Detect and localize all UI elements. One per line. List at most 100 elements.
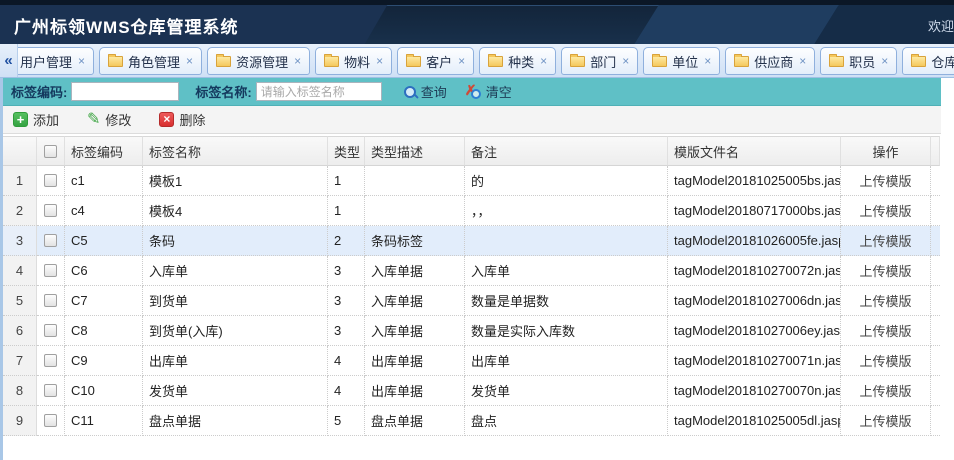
tab-close-icon[interactable]: × bbox=[458, 55, 465, 67]
tab-bar: « 用户管理×角色管理×资源管理×物料×客户×种类×部门×单位×供应商×职员×仓… bbox=[0, 44, 954, 78]
tab-label: 客户 bbox=[426, 52, 452, 71]
row-number: 8 bbox=[3, 376, 37, 406]
cell-type: 4 bbox=[328, 346, 365, 376]
select-all-checkbox[interactable] bbox=[44, 145, 57, 158]
table-row[interactable]: 4C6入库单3入库单据入库单tagModel201810270072n.jasp… bbox=[3, 256, 940, 286]
search-bar: 标签编码: 标签名称: 查询 清空 bbox=[3, 78, 941, 106]
cell-remark: 入库单 bbox=[465, 256, 668, 286]
add-button[interactable]: + 添加 bbox=[9, 108, 63, 131]
tab-item-4[interactable]: 物料× bbox=[315, 47, 392, 75]
tab-close-icon[interactable]: × bbox=[376, 55, 383, 67]
clear-button[interactable]: 清空 bbox=[465, 82, 512, 101]
tab-close-icon[interactable]: × bbox=[540, 55, 547, 67]
tab-close-icon[interactable]: × bbox=[78, 55, 85, 67]
tab-close-icon[interactable]: × bbox=[881, 55, 888, 67]
cell-remark: 发货单 bbox=[465, 376, 668, 406]
cell-action: 上传模版 bbox=[841, 346, 931, 376]
folder-icon bbox=[734, 56, 749, 67]
tab-item-6[interactable]: 种类× bbox=[479, 47, 556, 75]
tab-item-9[interactable]: 供应商× bbox=[725, 47, 815, 75]
column-header-type-desc: 类型描述 bbox=[365, 136, 465, 166]
cell-name: 条码 bbox=[143, 226, 328, 256]
row-checkbox[interactable] bbox=[44, 204, 57, 217]
cell-action: 上传模版 bbox=[841, 376, 931, 406]
upload-template-link[interactable]: 上传模版 bbox=[859, 411, 911, 430]
search-icon bbox=[404, 86, 416, 98]
tag-code-input[interactable] bbox=[71, 82, 179, 101]
upload-template-link[interactable]: 上传模版 bbox=[859, 321, 911, 340]
row-number: 1 bbox=[3, 166, 37, 196]
tab-item-11[interactable]: 仓库× bbox=[902, 47, 954, 75]
pencil-icon: ✎ bbox=[87, 113, 100, 127]
edit-button[interactable]: ✎ 修改 bbox=[83, 108, 135, 131]
folder-icon bbox=[406, 56, 421, 67]
table-row[interactable]: 6C8到货单(入库)3入库单据数量是实际入库数tagModel201810270… bbox=[3, 316, 940, 346]
tab-close-icon[interactable]: × bbox=[622, 55, 629, 67]
table-row[interactable]: 7C9出库单4出库单据出库单tagModel201810270071n.jasp… bbox=[3, 346, 940, 376]
row-number: 3 bbox=[3, 226, 37, 256]
upload-template-link[interactable]: 上传模版 bbox=[859, 351, 911, 370]
upload-template-link[interactable]: 上传模版 bbox=[859, 261, 911, 280]
row-number: 9 bbox=[3, 406, 37, 436]
tab-item-2[interactable]: 角色管理 × bbox=[99, 47, 202, 75]
table-row[interactable]: 2c4模板41，，tagModel20180717000bs.jasper上传模… bbox=[3, 196, 940, 226]
tab-close-icon[interactable]: × bbox=[704, 55, 711, 67]
table-row[interactable]: 9C11盘点单据5盘点单据盘点tagModel20181025005dl.jas… bbox=[3, 406, 940, 436]
upload-template-link[interactable]: 上传模版 bbox=[859, 381, 911, 400]
app-title: 广州标领WMS仓库管理系统 bbox=[14, 13, 239, 38]
row-checkbox[interactable] bbox=[44, 384, 57, 397]
cell-code: C6 bbox=[65, 256, 143, 286]
cell-type: 3 bbox=[328, 286, 365, 316]
tab-close-icon[interactable]: × bbox=[186, 55, 193, 67]
tab-item-5[interactable]: 客户 × bbox=[397, 47, 474, 75]
delete-button[interactable]: × 删除 bbox=[155, 108, 209, 131]
table-row[interactable]: 1c1模板11的tagModel20181025005bs.jasper上传模版 bbox=[3, 166, 940, 196]
query-button-label: 查询 bbox=[421, 82, 447, 101]
tab-item-3[interactable]: 资源管理× bbox=[207, 47, 310, 75]
tabs-scroll-left-button[interactable]: « bbox=[0, 44, 18, 77]
row-checkbox-cell bbox=[37, 316, 65, 346]
row-checkbox[interactable] bbox=[44, 294, 57, 307]
tab-list: 用户管理×角色管理×资源管理×物料×客户×种类×部门×单位×供应商×职员×仓库×… bbox=[19, 47, 954, 75]
row-checkbox-cell bbox=[37, 196, 65, 226]
row-checkbox[interactable] bbox=[44, 264, 57, 277]
row-checkbox-cell bbox=[37, 346, 65, 376]
chevron-left-icon: « bbox=[4, 52, 12, 69]
tab-close-icon[interactable]: × bbox=[799, 55, 806, 67]
query-button[interactable]: 查询 bbox=[404, 82, 447, 101]
column-header-name: 标签名称 bbox=[143, 136, 328, 166]
tab-close-icon[interactable]: × bbox=[294, 55, 301, 67]
cell-code: C7 bbox=[65, 286, 143, 316]
table-row[interactable]: 5C7到货单3入库单据数量是单据数tagModel20181027006dn.j… bbox=[3, 286, 940, 316]
app-header: 广州标领WMS仓库管理系统 欢迎 bbox=[0, 0, 954, 44]
tab-item-7[interactable]: 部门 × bbox=[561, 47, 638, 75]
tag-name-input[interactable] bbox=[256, 82, 382, 101]
cell-code: C5 bbox=[65, 226, 143, 256]
table-row[interactable]: 8C10发货单4出库单据发货单tagModel201810270070n.jas… bbox=[3, 376, 940, 406]
cell-action: 上传模版 bbox=[841, 406, 931, 436]
row-checkbox[interactable] bbox=[44, 174, 57, 187]
upload-template-link[interactable]: 上传模版 bbox=[859, 231, 911, 250]
row-number: 4 bbox=[3, 256, 37, 286]
upload-template-link[interactable]: 上传模版 bbox=[859, 291, 911, 310]
row-number: 6 bbox=[3, 316, 37, 346]
edit-button-label: 修改 bbox=[105, 110, 131, 129]
row-checkbox[interactable] bbox=[44, 414, 57, 427]
table-row[interactable]: 3C5条码2条码标签tagModel20181026005fe.jasper上传… bbox=[3, 226, 940, 256]
tab-item-10[interactable]: 职员× bbox=[820, 47, 897, 75]
tab-label: 部门 bbox=[590, 52, 616, 71]
upload-template-link[interactable]: 上传模版 bbox=[859, 171, 911, 190]
folder-icon bbox=[829, 56, 844, 67]
cell-action: 上传模版 bbox=[841, 256, 931, 286]
cell-name: 模板4 bbox=[143, 196, 328, 226]
filler-cell bbox=[931, 316, 940, 346]
row-checkbox[interactable] bbox=[44, 234, 57, 247]
cell-type-desc bbox=[365, 196, 465, 226]
tab-label: 角色管理 bbox=[128, 52, 180, 71]
filler-cell bbox=[931, 136, 940, 166]
upload-template-link[interactable]: 上传模版 bbox=[859, 201, 911, 220]
tab-item-8[interactable]: 单位× bbox=[643, 47, 720, 75]
row-checkbox[interactable] bbox=[44, 354, 57, 367]
cell-remark: ，， bbox=[465, 196, 668, 226]
row-checkbox[interactable] bbox=[44, 324, 57, 337]
